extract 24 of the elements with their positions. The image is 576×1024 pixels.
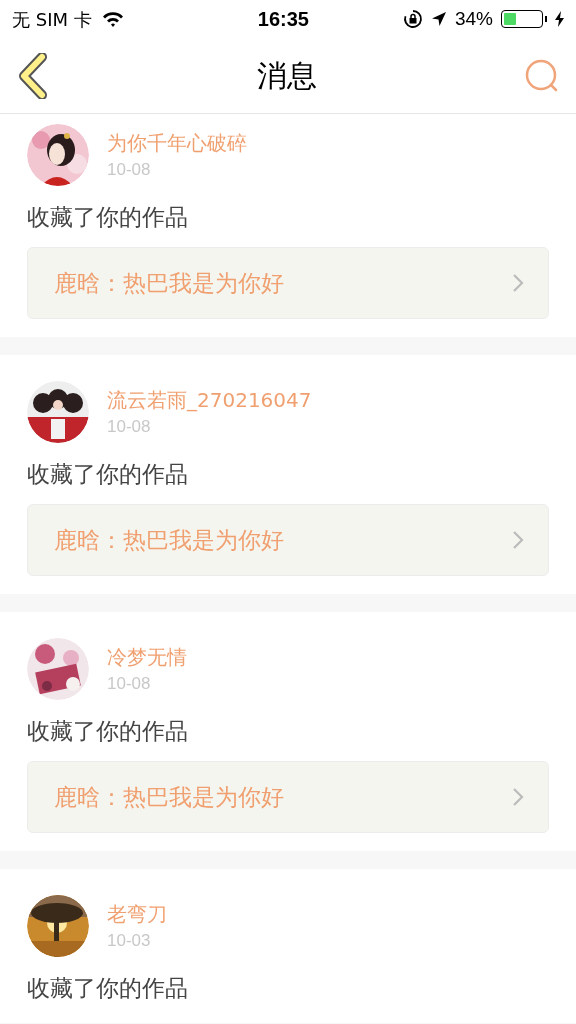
battery-percent: 34%: [454, 6, 493, 31]
user-name[interactable]: 冷梦无情: [107, 643, 187, 671]
message-text: 收藏了你的作品: [27, 460, 189, 489]
wifi-icon: [101, 11, 124, 27]
clock: 16:35: [257, 7, 309, 32]
charging-bolt-icon: [555, 11, 564, 27]
battery-icon: [501, 10, 547, 28]
carrier-label: 无 SIM 卡: [12, 7, 92, 32]
location-arrow-icon: [430, 11, 447, 27]
back-icon[interactable]: [16, 52, 50, 99]
rotation-lock-icon: [402, 9, 423, 29]
message-text: 收藏了你的作品: [27, 717, 189, 746]
work-link[interactable]: 鹿晗：热巴我是为你好: [27, 504, 549, 576]
message-text: 收藏了你的作品: [27, 974, 189, 1003]
work-link[interactable]: 鹿晗：热巴我是为你好: [27, 247, 549, 319]
user-name[interactable]: 为你千年心破碎: [107, 129, 247, 157]
chevron-right-icon: [512, 273, 524, 293]
user-name[interactable]: 流云若雨_270216047: [107, 386, 312, 414]
chevron-right-icon: [512, 530, 524, 550]
message-text: 收藏了你的作品: [27, 203, 189, 232]
user-name[interactable]: 老弯刀: [107, 900, 167, 928]
work-link[interactable]: 鹿晗：热巴我是为你好: [27, 761, 549, 833]
page-title: 消息: [257, 58, 317, 94]
chevron-right-icon: [512, 787, 524, 807]
